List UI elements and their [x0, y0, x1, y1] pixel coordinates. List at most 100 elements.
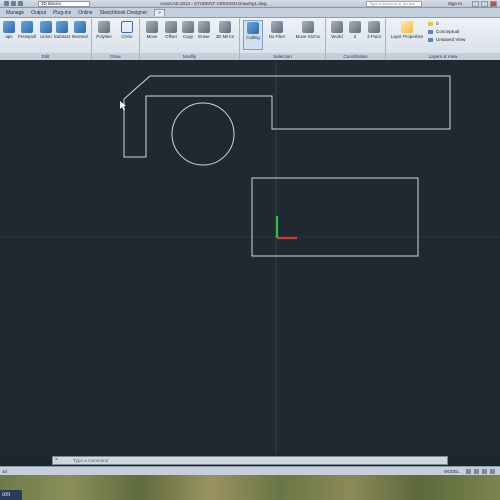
tool-label: Layer Properties [390, 34, 424, 39]
minimize-icon[interactable] [472, 1, 479, 7]
close-icon[interactable] [490, 1, 497, 7]
tool-label: Intersect [71, 34, 89, 39]
quick-access-toolbar[interactable] [4, 1, 24, 7]
save-icon[interactable] [18, 1, 23, 6]
filter-icon [271, 21, 283, 33]
tab-plug-ins[interactable]: Plug-ins [53, 10, 71, 16]
ucs-world-icon [331, 21, 343, 33]
tool-label: Offset [165, 34, 177, 39]
drawing-svg[interactable] [0, 61, 500, 455]
tool-ucs-z[interactable]: Z [346, 20, 364, 50]
maximize-icon[interactable] [481, 1, 488, 7]
panel-title-selection[interactable]: Selection [240, 53, 325, 60]
draw-panel: Polyline Circle Draw [92, 18, 140, 60]
layer-properties-icon [401, 21, 413, 33]
tool-label: Presspull [18, 34, 37, 39]
tool-extrude[interactable]: ape [0, 20, 18, 50]
panel-title-edit[interactable]: Edit [0, 53, 91, 60]
tool-presspull[interactable]: Presspull [18, 20, 36, 50]
intersect-icon [74, 21, 86, 33]
circle-icon [121, 21, 133, 33]
tool-polyline[interactable]: Polyline [95, 20, 113, 50]
tool-move[interactable]: Move [143, 20, 161, 50]
union-icon [40, 21, 52, 33]
grid-icon[interactable] [466, 469, 471, 474]
panel-title-draw[interactable]: Draw [92, 53, 139, 60]
mirror-icon [219, 21, 231, 33]
panel-title-modify[interactable]: Modify [140, 53, 239, 60]
offset-icon [165, 21, 177, 33]
tool-3-point[interactable]: 3 Point [364, 20, 384, 50]
tool-erase[interactable]: Erase [195, 20, 213, 50]
panel-title-coordinates[interactable]: Coordinates [326, 53, 385, 60]
tool-label: Subtract [53, 34, 71, 39]
tab-online[interactable]: Online [78, 10, 92, 16]
status-left-label: 4d [2, 469, 7, 474]
tool-label: 3 Point [367, 34, 381, 39]
circle-entity[interactable] [171, 102, 235, 166]
tool-move-gizmo[interactable]: Move Gizmo [294, 20, 322, 50]
title-bar: 3D Basics AutoCAD 2013 - STUDENT VERSION… [0, 0, 500, 8]
tab-output[interactable]: Output [31, 10, 46, 16]
workspace-dropdown[interactable]: 3D Basics [38, 1, 90, 7]
tool-culling[interactable]: Culling [243, 20, 263, 50]
snap-icon[interactable] [474, 469, 479, 474]
polyline-icon [98, 21, 110, 33]
tool-label: ape [5, 34, 13, 39]
layers-view-panel: Layer Properties 0 Conceptual Unsaved Vi… [386, 18, 500, 60]
tool-label: Polyline [96, 34, 112, 39]
model-space-button[interactable]: MODEL [444, 469, 460, 474]
tool-no-filter[interactable]: No Filter [266, 20, 288, 50]
drawing-canvas[interactable] [0, 61, 500, 455]
bracket-polyline[interactable] [123, 75, 451, 158]
gizmo-icon [302, 21, 314, 33]
tool-layer-properties[interactable]: Layer Properties [388, 20, 426, 50]
ribbon-tab-bar: Manage Output Plug-ins Online Sketchbook… [0, 8, 500, 18]
search-input[interactable]: Type a keyword or phrase [366, 1, 422, 7]
tool-3d-mirror[interactable]: 3D Mirror [213, 20, 237, 50]
erase-icon [198, 21, 210, 33]
tool-label: 3D Mirror [215, 34, 235, 39]
coordinates-panel: World Z 3 Point Coordinates [326, 18, 386, 60]
new-icon[interactable] [4, 1, 9, 6]
ucs-z-icon [349, 21, 361, 33]
visual-style-dropdown[interactable]: Conceptual [426, 28, 496, 36]
tool-intersect[interactable]: Intersect [71, 20, 89, 50]
desktop-background: om [0, 475, 500, 500]
tab-overflow[interactable]: » [154, 9, 165, 16]
view-icon [428, 38, 433, 42]
sign-in-link[interactable]: Sign In [448, 1, 462, 6]
view-controls: 0 Conceptual Unsaved View [426, 20, 496, 44]
tool-label: Move Gizmo [295, 34, 321, 39]
bulb-icon [428, 22, 433, 26]
settings-icon[interactable] [490, 469, 495, 474]
tool-world[interactable]: World [328, 20, 346, 50]
tab-sketchbook-designer[interactable]: Sketchbook Designer [100, 10, 148, 16]
tool-circle[interactable]: Circle [118, 20, 136, 50]
selection-panel: Culling No Filter Move Gizmo Selection [240, 18, 326, 60]
tool-label: Erase [198, 34, 210, 39]
workspace-icon[interactable] [482, 469, 487, 474]
start-button[interactable]: om [0, 490, 22, 500]
layer-dropdown[interactable]: 0 [426, 20, 496, 28]
tool-label: No Filter [268, 34, 286, 39]
tool-offset[interactable]: Offset [162, 20, 180, 50]
ucs-3point-icon [368, 21, 380, 33]
modify-panel: Move Offset Copy Erase 3D Mirror Modify [140, 18, 240, 60]
close-icon[interactable]: × [55, 458, 60, 463]
named-view-dropdown[interactable]: Unsaved View [426, 36, 496, 44]
tool-label: World [331, 34, 343, 39]
edit-panel: ape Presspull Union Subtract Intersect E… [0, 18, 92, 60]
ribbon: ape Presspull Union Subtract Intersect E… [0, 18, 500, 60]
subtract-icon [56, 21, 68, 33]
command-line[interactable]: × Type a command [52, 456, 448, 465]
tool-subtract[interactable]: Subtract [53, 20, 71, 50]
move-icon [146, 21, 158, 33]
command-input[interactable]: Type a command [73, 458, 108, 463]
layer-name: 0 [436, 21, 439, 26]
tab-manage[interactable]: Manage [6, 10, 24, 16]
culling-icon [247, 22, 259, 34]
mouse-cursor-icon [120, 101, 126, 111]
panel-title-layers-view[interactable]: Layers & View [386, 53, 500, 60]
open-icon[interactable] [11, 1, 16, 6]
